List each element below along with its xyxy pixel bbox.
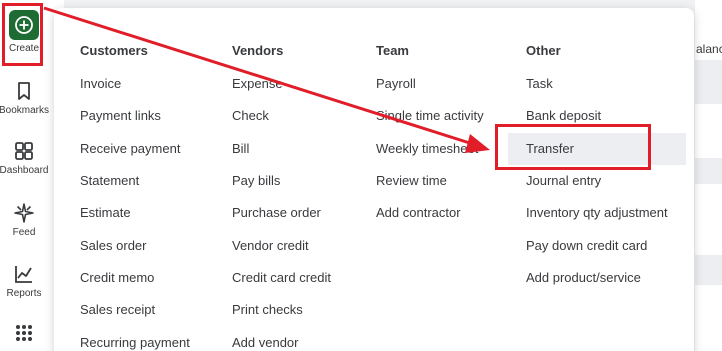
balance-column-header: alance bbox=[696, 42, 722, 56]
menu-item-pay-down-credit-card[interactable]: Pay down credit card bbox=[526, 230, 647, 262]
menu-item-receive-payment[interactable]: Receive payment bbox=[80, 133, 180, 165]
menu-item-add-product-service[interactable]: Add product/service bbox=[526, 262, 641, 294]
menu-item-recurring-payment[interactable]: Recurring payment bbox=[80, 327, 190, 351]
menu-item-invoice[interactable]: Invoice bbox=[80, 68, 121, 100]
menu-item-payroll[interactable]: Payroll bbox=[376, 68, 416, 100]
menu-item-task[interactable]: Task bbox=[526, 68, 553, 100]
column-heading-customers: Customers bbox=[80, 43, 148, 58]
menu-item-credit-memo[interactable]: Credit memo bbox=[80, 262, 154, 294]
menu-item-sales-receipt[interactable]: Sales receipt bbox=[80, 294, 155, 326]
menu-item-inventory-qty-adjustment[interactable]: Inventory qty adjustment bbox=[526, 197, 668, 229]
menu-item-sales-order[interactable]: Sales order bbox=[80, 230, 146, 262]
menu-item-transfer[interactable]: Transfer bbox=[508, 133, 686, 165]
menu-item-statement[interactable]: Statement bbox=[80, 165, 139, 197]
nav-reports-label: Reports bbox=[6, 288, 42, 299]
menu-item-bill[interactable]: Bill bbox=[232, 133, 249, 165]
menu-item-purchase-order[interactable]: Purchase order bbox=[232, 197, 321, 229]
menu-item-add-vendor[interactable]: Add vendor bbox=[232, 327, 299, 351]
menu-item-vendor-credit[interactable]: Vendor credit bbox=[232, 230, 309, 262]
menu-item-pay-bills[interactable]: Pay bills bbox=[232, 165, 280, 197]
grid-dots-icon bbox=[16, 325, 32, 341]
menu-item-weekly-timesheet[interactable]: Weekly timesheet bbox=[376, 133, 478, 165]
menu-item-add-contractor[interactable]: Add contractor bbox=[376, 197, 461, 229]
nav-feed[interactable]: Feed bbox=[0, 202, 48, 238]
column-heading-other: Other bbox=[526, 43, 561, 58]
line-chart-icon bbox=[15, 266, 32, 283]
nav-bookmarks[interactable]: Bookmarks bbox=[0, 80, 50, 116]
dashboard-icon bbox=[15, 142, 33, 160]
plus-circle-icon bbox=[9, 10, 39, 40]
menu-item-bank-deposit[interactable]: Bank deposit bbox=[526, 100, 601, 132]
menu-item-payment-links[interactable]: Payment links bbox=[80, 100, 161, 132]
left-nav: Create Bookmarks Dashboard Feed Reports bbox=[0, 0, 50, 351]
nav-create-label: Create bbox=[8, 43, 39, 54]
menu-item-expense[interactable]: Expense bbox=[232, 68, 283, 100]
column-heading-vendors: Vendors bbox=[232, 43, 284, 58]
nav-create-button[interactable]: Create bbox=[0, 10, 48, 54]
column-heading-team: Team bbox=[376, 43, 409, 58]
nav-dashboard[interactable]: Dashboard bbox=[0, 140, 48, 176]
menu-item-check[interactable]: Check bbox=[232, 100, 269, 132]
nav-bookmarks-label: Bookmarks bbox=[0, 105, 50, 116]
menu-item-credit-card-credit[interactable]: Credit card credit bbox=[232, 262, 331, 294]
nav-reports[interactable]: Reports bbox=[0, 263, 48, 299]
sparkle-icon bbox=[14, 203, 34, 223]
menu-item-single-time-activity[interactable]: Single time activity bbox=[376, 100, 484, 132]
nav-apps[interactable] bbox=[0, 322, 48, 344]
menu-item-review-time[interactable]: Review time bbox=[376, 165, 447, 197]
nav-feed-label: Feed bbox=[12, 227, 36, 238]
create-menu: Customers Invoice Payment links Receive … bbox=[54, 8, 694, 351]
menu-item-journal-entry[interactable]: Journal entry bbox=[526, 165, 601, 197]
nav-dashboard-label: Dashboard bbox=[0, 165, 49, 176]
menu-item-print-checks[interactable]: Print checks bbox=[232, 294, 303, 326]
bookmark-icon bbox=[18, 82, 30, 100]
menu-item-estimate[interactable]: Estimate bbox=[80, 197, 131, 229]
